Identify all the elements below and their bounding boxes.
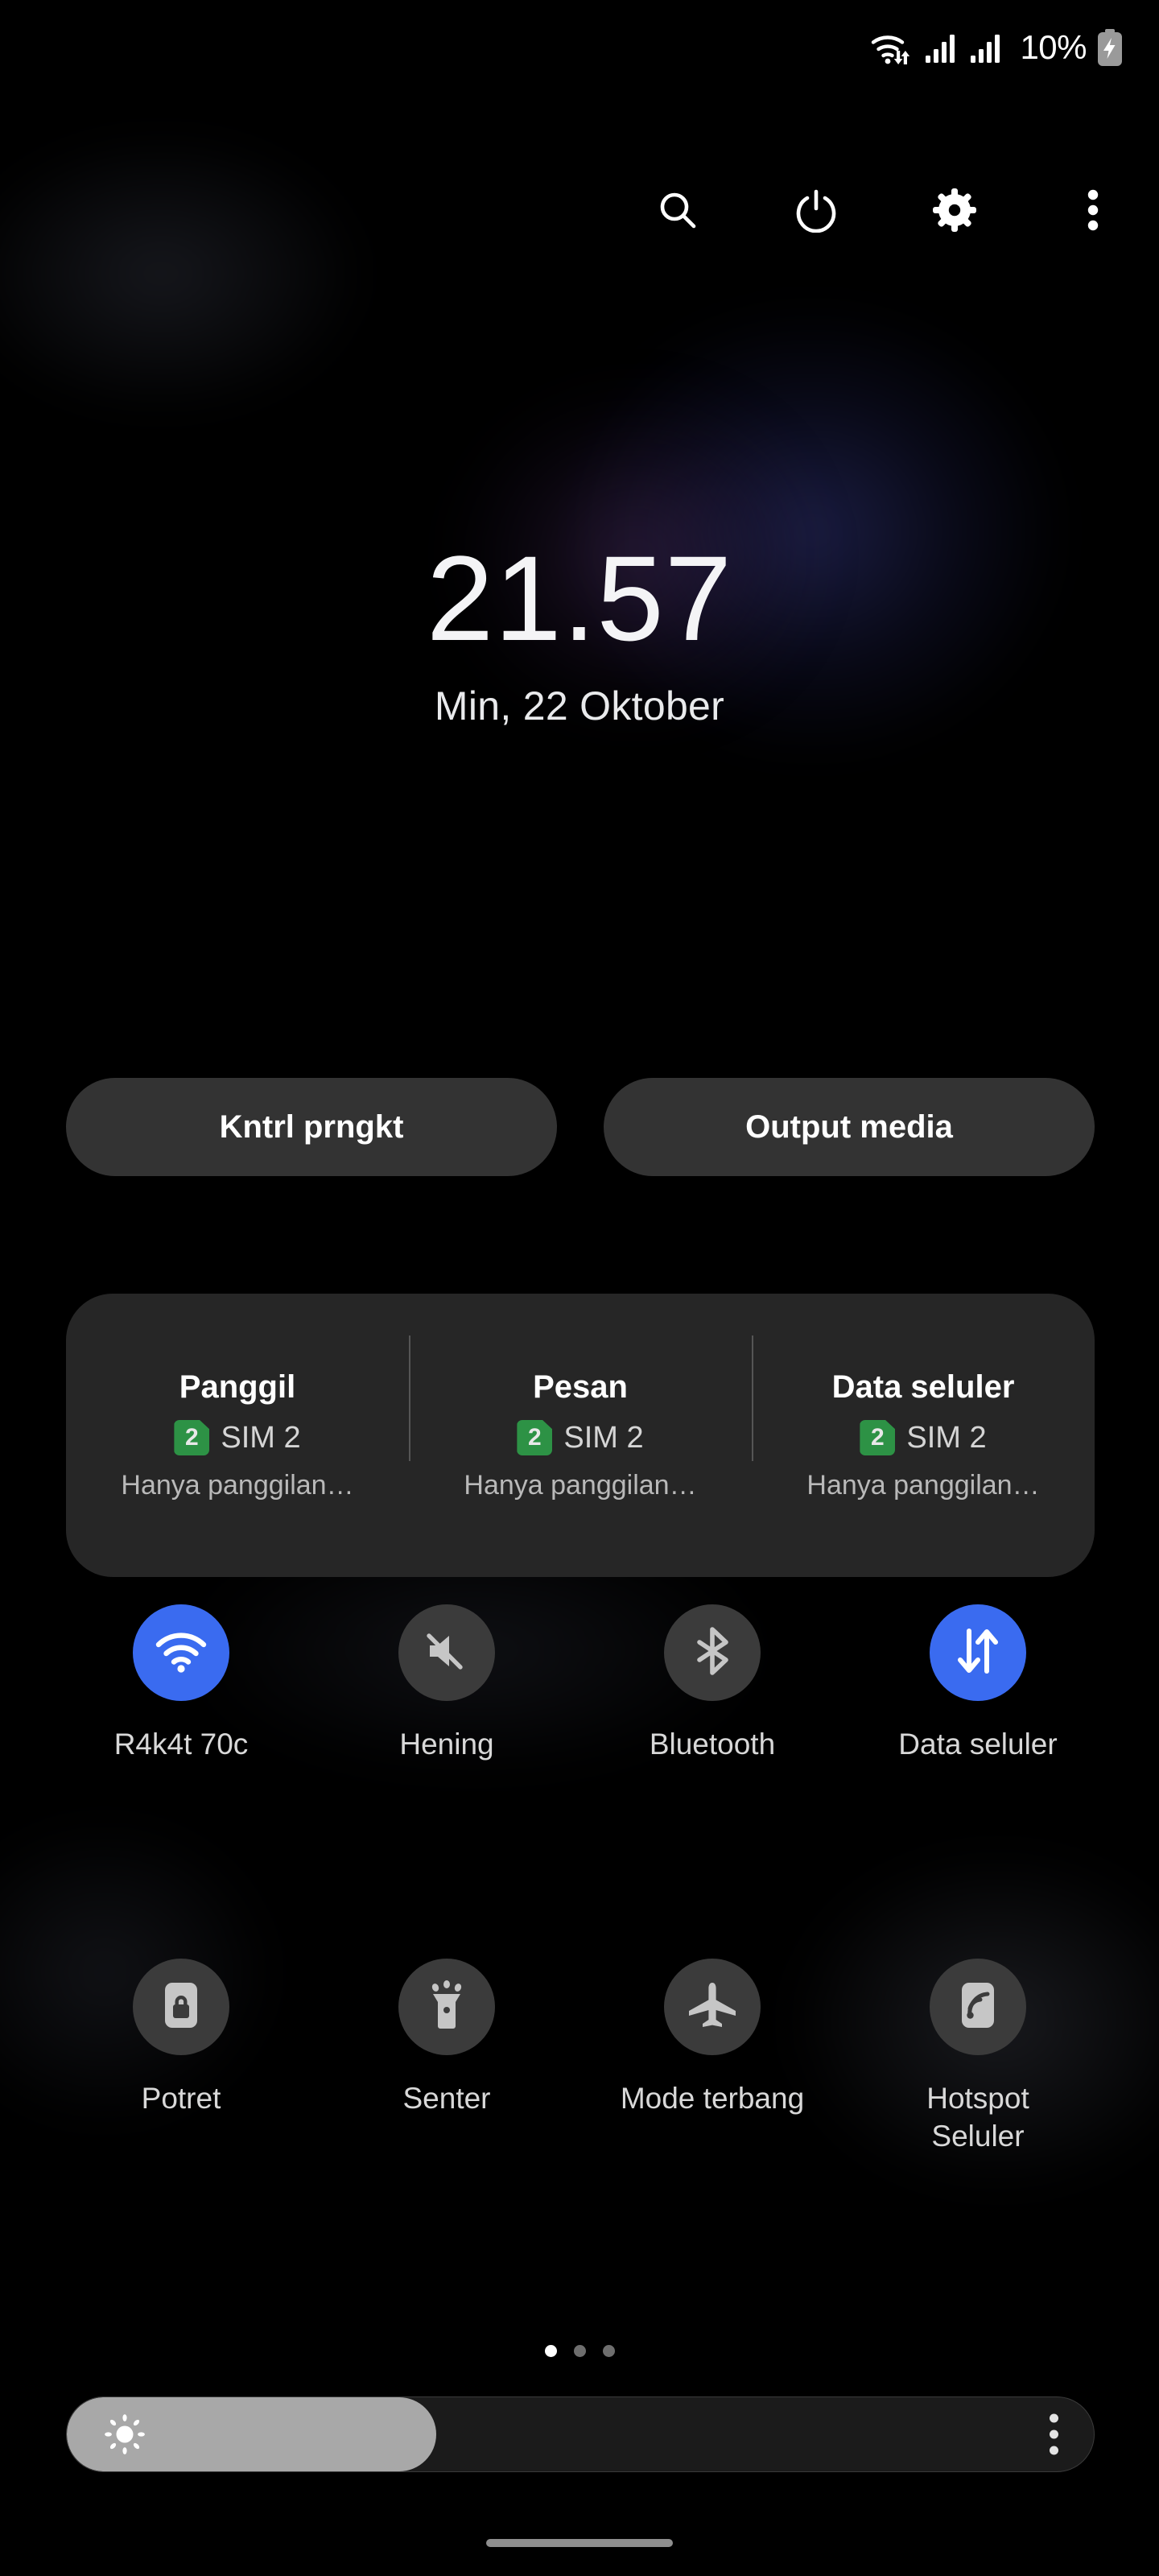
toggle-mobile-hotspot-circle[interactable] xyxy=(930,1959,1026,2055)
page-dot[interactable] xyxy=(602,2345,615,2357)
sim-status-panel: Panggil 2 SIM 2 Hanya panggilan… Pesan 2… xyxy=(66,1294,1095,1577)
airplane-icon xyxy=(686,1980,739,2034)
toggle-sound-mode-label: Hening xyxy=(399,1728,494,1761)
toggle-mobile-data[interactable]: Data seluler xyxy=(845,1604,1111,1763)
toggle-flashlight-label: Senter xyxy=(402,2082,491,2115)
power-icon xyxy=(794,188,839,237)
power-button[interactable] xyxy=(786,181,847,242)
cellular-signal-icon xyxy=(925,31,960,64)
navigation-handle[interactable] xyxy=(486,2539,673,2547)
overflow-menu-button[interactable] xyxy=(1062,181,1124,242)
toggle-mobile-hotspot[interactable]: Hotspot Seluler xyxy=(845,1959,1111,2156)
page-indicator xyxy=(0,2345,1159,2357)
toggle-sound-mode[interactable]: Hening xyxy=(314,1604,580,1763)
toggle-mobile-hotspot-label: Hotspot Seluler xyxy=(926,2082,1029,2153)
toggle-wifi-label: R4k4t 70c xyxy=(113,1728,249,1761)
toggle-sound-mode-circle[interactable] xyxy=(398,1604,495,1701)
toggle-wifi[interactable]: R4k4t 70c xyxy=(48,1604,314,1763)
volume-mute-icon xyxy=(422,1629,472,1678)
brightness-overflow-menu-icon[interactable] xyxy=(1050,2413,1058,2455)
quick-settings-panel: 10% 21.57 Min, 22 Oktober Kntrl prngkt O… xyxy=(0,0,1159,2576)
sim-status-label: Hanya panggilan… xyxy=(806,1470,1040,1501)
quick-toggle-row-1: R4k4t 70c Hening Bluetooth Data seluler xyxy=(48,1604,1111,1763)
wifi-data-arrows-icon xyxy=(870,30,915,65)
rotation-lock-icon xyxy=(160,1980,202,2034)
sim-status-label: Hanya panggilan… xyxy=(464,1470,697,1501)
quick-toggle-row-2: Potret Senter Mode terbang Hotspot Selul… xyxy=(48,1959,1111,2156)
media-output-button[interactable]: Output media xyxy=(604,1078,1095,1176)
sim-selection: 2 SIM 2 xyxy=(517,1420,644,1455)
sim-selection: 2 SIM 2 xyxy=(174,1420,301,1455)
toggle-mobile-data-label: Data seluler xyxy=(898,1728,1058,1761)
page-dot[interactable] xyxy=(544,2345,557,2357)
device-control-button[interactable]: Kntrl prngkt xyxy=(66,1078,557,1176)
quick-settings-header xyxy=(0,167,1159,256)
sim-card-icon: 2 xyxy=(860,1420,896,1455)
wifi-icon xyxy=(153,1629,209,1678)
sim-name-label: SIM 2 xyxy=(906,1420,987,1455)
search-button[interactable] xyxy=(647,181,708,242)
sim-column-message[interactable]: Pesan 2 SIM 2 Hanya panggilan… xyxy=(409,1294,752,1577)
clock-date: Min, 22 Oktober xyxy=(434,683,725,729)
shortcut-pill-row: Kntrl prngkt Output media xyxy=(66,1078,1095,1176)
status-bar: 10% xyxy=(0,0,1159,95)
toggle-bluetooth-circle[interactable] xyxy=(664,1604,761,1701)
sim-name-label: SIM 2 xyxy=(563,1420,644,1455)
gear-icon xyxy=(932,188,977,237)
cellular-signal-icon xyxy=(970,31,1005,64)
toggle-airplane-mode[interactable]: Mode terbang xyxy=(580,1959,845,2156)
sim-selection: 2 SIM 2 xyxy=(860,1420,987,1455)
settings-button[interactable] xyxy=(924,181,985,242)
toggle-bluetooth[interactable]: Bluetooth xyxy=(580,1604,845,1763)
clock-widget[interactable]: 21.57 Min, 22 Oktober xyxy=(0,538,1159,729)
overflow-menu-icon xyxy=(1087,188,1099,237)
sim-column-call[interactable]: Panggil 2 SIM 2 Hanya panggilan… xyxy=(66,1294,409,1577)
toggle-flashlight[interactable]: Senter xyxy=(314,1959,580,2156)
clock-time: 21.57 xyxy=(426,530,733,666)
brightness-slider[interactable] xyxy=(66,2396,1095,2472)
toggle-rotation-lock-circle[interactable] xyxy=(133,1959,229,2055)
toggle-rotation-lock[interactable]: Potret xyxy=(48,1959,314,2156)
battery-percent-label: 10% xyxy=(1020,28,1087,66)
toggle-rotation-lock-label: Potret xyxy=(141,2082,221,2115)
toggle-bluetooth-label: Bluetooth xyxy=(649,1728,776,1761)
flashlight-icon xyxy=(424,1979,469,2035)
data-transfer-arrows-icon xyxy=(954,1626,1002,1680)
search-icon xyxy=(655,188,700,237)
sim-card-icon: 2 xyxy=(517,1420,553,1455)
sim-column-title: Panggil xyxy=(179,1369,296,1405)
toggle-airplane-mode-label: Mode terbang xyxy=(620,2082,805,2115)
toggle-mobile-data-circle[interactable] xyxy=(930,1604,1026,1701)
sim-card-icon: 2 xyxy=(174,1420,210,1455)
sim-status-label: Hanya panggilan… xyxy=(121,1470,354,1501)
toggle-wifi-circle[interactable] xyxy=(133,1604,229,1701)
brightness-sun-icon xyxy=(104,2413,146,2455)
sim-column-title: Pesan xyxy=(533,1369,628,1405)
hotspot-icon xyxy=(957,1980,999,2034)
toggle-flashlight-circle[interactable] xyxy=(398,1959,495,2055)
sim-name-label: SIM 2 xyxy=(221,1420,301,1455)
sim-column-mobile-data[interactable]: Data seluler 2 SIM 2 Hanya panggilan… xyxy=(752,1294,1095,1577)
sim-column-title: Data seluler xyxy=(831,1369,1015,1405)
bluetooth-icon xyxy=(692,1626,732,1680)
battery-charging-icon xyxy=(1096,29,1124,66)
page-dot[interactable] xyxy=(573,2345,586,2357)
toggle-airplane-mode-circle[interactable] xyxy=(664,1959,761,2055)
